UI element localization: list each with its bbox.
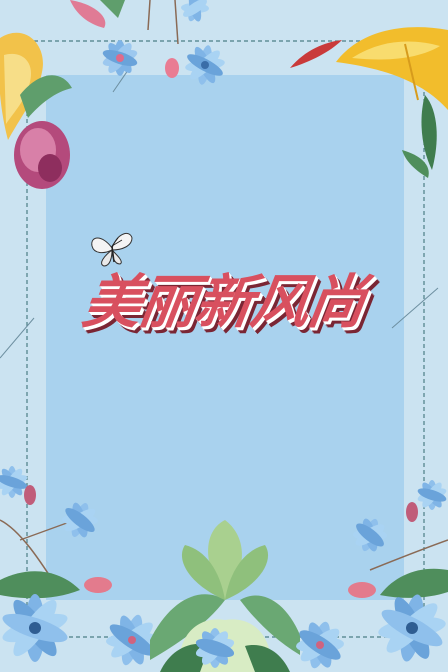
poster: 美丽新风尚 — [0, 0, 448, 672]
poster-title: 美丽新风尚 — [78, 268, 369, 336]
